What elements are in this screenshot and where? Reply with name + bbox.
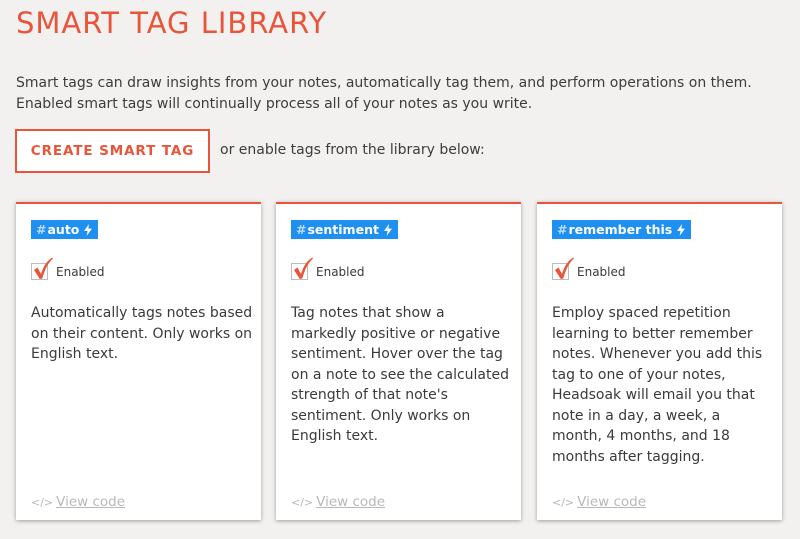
tag-hash: # bbox=[296, 222, 307, 237]
tag-description: Automatically tags notes based on their … bbox=[31, 305, 253, 362]
checkmark-icon bbox=[555, 257, 574, 279]
page-title: SMART TAG LIBRARY bbox=[16, 6, 328, 40]
library-hint-text: or enable tags from the library below: bbox=[220, 142, 485, 158]
tag-description: Employ spaced repetition learning to bet… bbox=[552, 305, 763, 465]
tag-name: sentiment bbox=[307, 222, 379, 237]
enabled-toggle[interactable]: Enabled bbox=[552, 257, 626, 280]
checkmark-icon bbox=[294, 257, 313, 279]
enabled-toggle[interactable]: Enabled bbox=[291, 257, 365, 280]
view-code-link[interactable]: </> View code bbox=[552, 494, 646, 510]
view-code-link[interactable]: </> View code bbox=[31, 494, 125, 510]
enabled-toggle[interactable]: Enabled bbox=[31, 257, 105, 280]
smart-tag-card-remember-this: # remember this Enabled Employ spaced re… bbox=[537, 202, 782, 520]
tag-name: remember this bbox=[568, 222, 673, 237]
tag-name: auto bbox=[47, 222, 80, 237]
view-code-label: View code bbox=[56, 494, 126, 510]
code-icon: </> bbox=[31, 496, 54, 509]
enabled-checkbox[interactable] bbox=[291, 257, 313, 280]
code-icon: </> bbox=[552, 496, 575, 509]
lightning-bolt-icon bbox=[383, 223, 392, 236]
enabled-label: Enabled bbox=[577, 264, 626, 279]
code-icon: </> bbox=[291, 496, 314, 509]
smart-tag-card-sentiment: # sentiment Enabled Tag notes that show … bbox=[276, 202, 521, 520]
tag-hash: # bbox=[36, 222, 47, 237]
tag-description: Tag notes that show a markedly positive … bbox=[291, 305, 510, 444]
lightning-bolt-icon bbox=[677, 223, 686, 236]
enabled-label: Enabled bbox=[56, 264, 105, 279]
checkmark-icon bbox=[34, 257, 53, 279]
lightning-bolt-icon bbox=[84, 223, 93, 236]
view-code-label: View code bbox=[577, 494, 647, 510]
enabled-checkbox[interactable] bbox=[552, 257, 574, 280]
tag-hash: # bbox=[557, 222, 568, 237]
intro-text: Smart tags can draw insights from your n… bbox=[16, 75, 752, 112]
smart-tag-card-auto: # auto Enabled Automatically tags notes … bbox=[16, 202, 261, 520]
view-code-label: View code bbox=[316, 494, 386, 510]
tag-badge-remember-this[interactable]: # remember this bbox=[552, 220, 692, 239]
view-code-link[interactable]: </> View code bbox=[291, 494, 385, 510]
enabled-label: Enabled bbox=[316, 264, 365, 279]
enabled-checkbox[interactable] bbox=[31, 257, 53, 280]
tag-badge-sentiment[interactable]: # sentiment bbox=[291, 220, 398, 239]
create-smart-tag-button[interactable]: CREATE SMART TAG bbox=[15, 129, 210, 173]
tag-badge-auto[interactable]: # auto bbox=[31, 220, 99, 239]
